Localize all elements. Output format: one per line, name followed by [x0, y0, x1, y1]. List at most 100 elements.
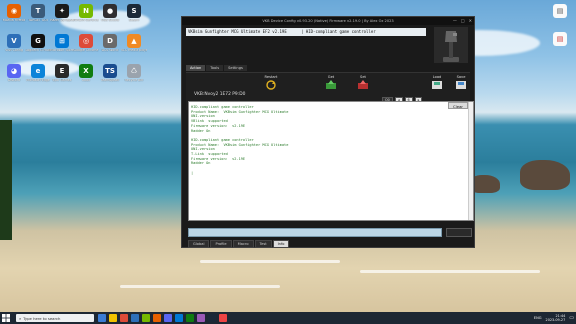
restart-label: Restart — [264, 75, 278, 79]
desktop-icon-label: DCS World — [101, 49, 119, 52]
rock — [520, 160, 570, 190]
desktop-icon-doc[interactable]: ▤ — [548, 32, 572, 58]
tab-info[interactable]: Info — [272, 240, 290, 248]
desktop-icon-file[interactable]: ▤ — [548, 4, 572, 30]
desktop-icon[interactable]: ◎ Google Chrome — [74, 34, 98, 60]
search-placeholder: Type here to search — [23, 315, 61, 321]
app-icon: TS — [103, 64, 117, 78]
tab-global[interactable]: Global — [188, 240, 210, 248]
log-text: HID-compliant game controller Product Na… — [191, 105, 289, 175]
app-icon: D — [103, 34, 117, 48]
restart-icon — [266, 80, 276, 90]
taskbar-app-icon[interactable] — [186, 314, 194, 322]
window-title: VKB Device Config v0.93.20 (Native) Firm… — [262, 19, 394, 23]
save-icon — [456, 81, 466, 89]
close-button[interactable]: ✕ — [469, 18, 472, 23]
load-label: Load — [432, 75, 442, 79]
load-icon — [432, 81, 442, 89]
document-icon: ▤ — [553, 32, 567, 46]
desktop-icon[interactable]: ⊞ Microsoft Store — [50, 34, 74, 60]
taskbar-app-icon[interactable] — [142, 314, 150, 322]
app-icon: ✦ — [55, 4, 69, 18]
app-icon: X — [79, 64, 93, 78]
clock[interactable]: 21:44 2023-09-27 — [546, 314, 566, 322]
device-description: | HID-compliant game controller — [301, 29, 376, 34]
taskbar-apps — [98, 314, 227, 322]
maximize-button[interactable]: □ — [461, 18, 465, 23]
desktop-icon-label: TeamSpeak — [100, 79, 120, 82]
tab-settings[interactable]: Settings — [224, 65, 247, 71]
desktop-icon[interactable]: ● OBS Studio — [98, 4, 122, 30]
app-icon: ⊞ — [55, 34, 69, 48]
app-icon: V — [7, 34, 21, 48]
tab-test[interactable]: Test — [254, 240, 272, 248]
file-icon: ▤ — [553, 4, 567, 18]
app-icon: e — [31, 64, 45, 78]
notification-icon[interactable]: ▭ — [569, 315, 574, 321]
desktop-icon-label: Steam — [128, 19, 140, 22]
app-icon: S — [127, 4, 141, 18]
desktop-icon[interactable]: TS TeamSpeak — [98, 64, 122, 90]
app-icon: ● — [103, 4, 117, 18]
taskbar-app-icon[interactable] — [219, 314, 227, 322]
app-icon: E — [55, 64, 69, 78]
vid-pid-label: VKB:Nvoy2 1E72 P9:D0 — [194, 92, 246, 97]
app-icon: N — [79, 4, 93, 18]
device-header: VKBsim Gunfighter MCG Ultimate EF2 v2.19… — [186, 28, 426, 64]
app-icon: ◕ — [7, 64, 21, 78]
desktop-icon[interactable]: D DCS World — [98, 34, 122, 60]
desktop-icon-label: Google Chrome — [73, 49, 99, 52]
device-name-bar: VKBsim Gunfighter MCG Ultimate EF2 v2.19… — [186, 28, 426, 36]
desktop-icon-label: Epic Games — [52, 79, 72, 82]
clear-button[interactable]: Clear — [448, 102, 468, 109]
desktop-icon[interactable]: G Logitech G HUB — [26, 34, 50, 60]
desktop-icon-label: VKB Config — [5, 49, 23, 52]
joystick-image — [434, 27, 468, 63]
taskbar-app-icon[interactable] — [197, 314, 205, 322]
get-icon — [326, 80, 336, 89]
desktop-icon[interactable]: ▲ VLC media player — [121, 34, 147, 60]
tab-profile[interactable]: Profile — [210, 240, 232, 248]
desktop-icon-label: Recycle Bin — [124, 79, 144, 82]
minimize-button[interactable]: — — [453, 18, 457, 23]
start-button[interactable] — [0, 312, 12, 324]
taskbar-app-icon[interactable] — [131, 314, 139, 322]
desktop-icon[interactable]: T TARGET GUI — [26, 4, 50, 30]
window-titlebar[interactable]: VKB Device Config v0.93.20 (Native) Firm… — [182, 17, 474, 25]
command-input[interactable] — [188, 228, 442, 237]
taskbar-app-icon[interactable] — [208, 314, 216, 322]
command-send-button[interactable] — [446, 228, 472, 237]
taskbar-app-icon[interactable] — [153, 314, 161, 322]
desktop-icon[interactable]: ♺ Recycle Bin — [122, 64, 146, 90]
log-scrollbar[interactable] — [468, 102, 473, 220]
desktop-icon[interactable]: ◕ Discord — [2, 64, 26, 90]
desktop-icon[interactable]: e Microsoft Edge — [26, 64, 50, 90]
taskbar-app-icon[interactable] — [120, 314, 128, 322]
taskbar: ⌕ Type here to search ENG 21:44 2023-09-… — [0, 312, 576, 324]
app-icon: ▲ — [127, 34, 141, 48]
tab-tools[interactable]: Tools — [206, 65, 224, 71]
language-indicator[interactable]: ENG — [534, 316, 542, 320]
desktop-icon[interactable]: N NVIDIA GeForce — [73, 4, 99, 30]
desktop-icon[interactable]: ◉ Mozilla Firefox — [2, 4, 26, 30]
desktop-icon[interactable]: V VKB Config — [2, 34, 26, 60]
app-icon: ♺ — [127, 64, 141, 78]
taskbar-app-icon[interactable] — [98, 314, 106, 322]
desktop-icon-label: Razer Synapse — [50, 19, 74, 22]
command-row — [188, 228, 474, 237]
app-icon: T — [31, 4, 45, 18]
taskbar-app-icon[interactable] — [175, 314, 183, 322]
desktop-icon[interactable]: X Xbox — [74, 64, 98, 90]
desktop-icon-label: Microsoft Edge — [26, 79, 50, 82]
desktop-icon[interactable]: ✦ Razer Synapse — [50, 4, 74, 30]
set-icon — [358, 80, 368, 89]
taskbar-app-icon[interactable] — [164, 314, 172, 322]
desktop-icon[interactable]: E Epic Games — [50, 64, 74, 90]
tab-macro[interactable]: Macro — [232, 240, 254, 248]
app-icon: ◉ — [7, 4, 21, 18]
desktop-icon[interactable]: S Steam — [122, 4, 146, 30]
taskbar-search[interactable]: ⌕ Type here to search — [16, 314, 94, 322]
tab-action[interactable]: Action — [186, 65, 206, 71]
taskbar-app-icon[interactable] — [109, 314, 117, 322]
log-output[interactable]: HID-compliant game controller Product Na… — [188, 101, 474, 221]
